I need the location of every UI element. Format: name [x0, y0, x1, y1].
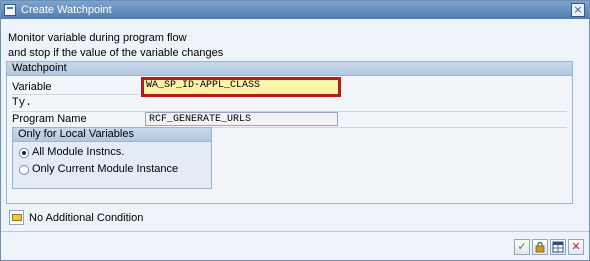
program-name-field: RCF_GENERATE_URLS — [145, 112, 338, 126]
window-icon — [4, 4, 16, 16]
program-name-label: Program Name — [12, 113, 87, 125]
variable-label: Variable — [12, 81, 52, 93]
create-button[interactable] — [532, 239, 548, 255]
confirm-button[interactable]: ✓ — [514, 239, 530, 255]
local-variables-group: Only for Local Variables All Module Inst… — [12, 127, 212, 189]
intro-line-2: and stop if the value of the variable ch… — [8, 47, 224, 59]
local-variables-heading: Only for Local Variables — [18, 128, 134, 140]
lock-icon — [535, 241, 545, 253]
cancel-icon: ✕ — [571, 240, 581, 253]
intro-line-1: Monitor variable during program flow — [8, 32, 187, 44]
local-variables-header: Only for Local Variables — [13, 128, 211, 142]
cancel-button[interactable]: ✕ — [568, 239, 584, 255]
current-module-instance-radio[interactable] — [19, 165, 29, 175]
all-module-instances-label: All Module Instncs. — [32, 146, 125, 158]
variable-field[interactable]: WA_SP_ID-APPL_CLASS — [141, 77, 341, 97]
close-icon[interactable]: × — [571, 3, 585, 17]
type-label: Ty. — [12, 97, 32, 109]
row-separator — [12, 94, 139, 95]
additional-condition-button[interactable] — [9, 210, 24, 225]
checkmark-icon: ✓ — [517, 240, 527, 253]
folder-icon — [12, 214, 22, 221]
additional-condition-label: No Additional Condition — [29, 212, 144, 224]
table-icon — [552, 241, 564, 253]
watchpoint-panel-header: Watchpoint — [7, 62, 572, 76]
watchpoint-heading: Watchpoint — [12, 62, 67, 74]
current-module-instance-label: Only Current Module Instance — [32, 163, 179, 175]
dialog-title: Create Watchpoint — [21, 4, 112, 16]
all-module-instances-radio[interactable] — [19, 148, 29, 158]
footer-divider — [1, 231, 589, 232]
create-watchpoint-dialog: Create Watchpoint × Monitor variable dur… — [0, 0, 590, 261]
watchpoints-button[interactable] — [550, 239, 566, 255]
title-bar: Create Watchpoint × — [1, 1, 589, 19]
